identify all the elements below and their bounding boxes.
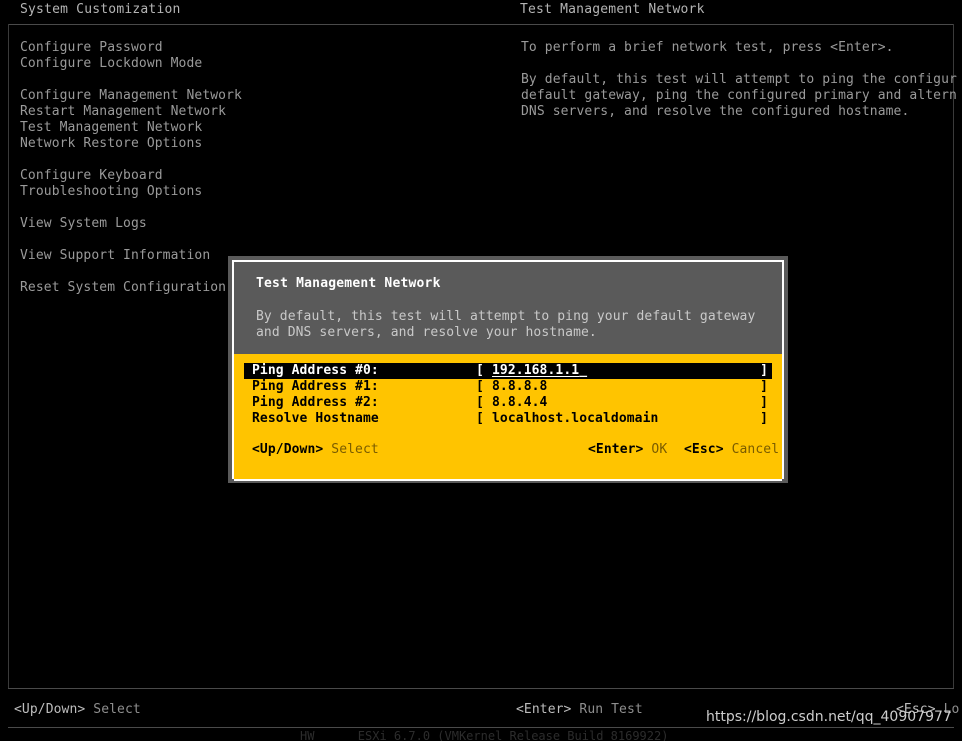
detail-line: DNS servers, and resolve the configured …	[521, 104, 910, 119]
detail-line: default gateway, ping the configured pri…	[521, 88, 957, 103]
build-info-strip: HW ESXi 6.7.0 (VMKernel Release Build 81…	[0, 728, 962, 741]
field-row-ping-address-2[interactable]: Ping Address #2: [ 8.8.4.4 ]	[244, 395, 772, 411]
field-bracket-left: [	[476, 363, 484, 378]
key-enter: <Enter>	[516, 702, 572, 717]
status-hint-select-label: Select	[85, 702, 141, 717]
status-hint-select[interactable]: <Up/Down> Select	[14, 702, 141, 718]
field-label-ping-address-0: Ping Address #0:	[252, 363, 379, 378]
dialog-hint-ok-label: OK	[643, 442, 668, 457]
field-bracket-right: ]	[760, 395, 768, 410]
watermark: https://blog.csdn.net/qq_40907977	[706, 709, 952, 725]
menu-item-configure-keyboard[interactable]: Configure Keyboard	[20, 168, 500, 184]
ping-field-list: Ping Address #0: [ 192.168.1.1_ ] Ping A…	[244, 363, 772, 427]
menu-item-view-system-logs[interactable]: View System Logs	[20, 216, 500, 232]
dialog-hint-cancel[interactable]: <Esc> Cancel	[684, 441, 779, 459]
menu-item-configure-password[interactable]: Configure Password	[20, 40, 500, 56]
dialog-title: Test Management Network	[256, 276, 441, 291]
menu-item-restart-management-network[interactable]: Restart Management Network	[20, 104, 500, 120]
field-bracket-left: [	[476, 411, 484, 426]
ping-address-1-input[interactable]: 8.8.8.8	[490, 379, 756, 395]
dcui-screen: System Customization Test Management Net…	[0, 0, 962, 741]
status-hint-run-test-label: Run Test	[571, 702, 643, 717]
dialog-header: Test Management Network By default, this…	[234, 262, 782, 354]
header-title-right: Test Management Network	[520, 2, 705, 17]
status-hint-run-test[interactable]: <Enter> Run Test	[516, 702, 643, 718]
menu-item-network-restore-options[interactable]: Network Restore Options	[20, 136, 500, 152]
menu-item-test-management-network[interactable]: Test Management Network	[20, 120, 500, 136]
dialog-description-line: and DNS servers, and resolve your hostna…	[256, 325, 597, 340]
field-label-ping-address-1: Ping Address #1:	[252, 379, 379, 394]
header-divider	[8, 24, 954, 25]
detail-line: To perform a brief network test, press <…	[521, 40, 894, 55]
key-updown: <Up/Down>	[14, 702, 86, 717]
menu-item-configure-management-network[interactable]: Configure Management Network	[20, 88, 500, 104]
menu-item-troubleshooting-options[interactable]: Troubleshooting Options	[20, 184, 500, 200]
dialog-frame: Test Management Network By default, this…	[232, 260, 784, 481]
dialog-hint-ok[interactable]: <Enter> OK	[588, 441, 667, 459]
ping-address-2-value: 8.8.4.4	[492, 395, 548, 410]
field-bracket-right: ]	[760, 363, 768, 378]
key-esc: <Esc>	[684, 442, 724, 457]
dialog-hint-select-label: Select	[323, 442, 379, 457]
ping-address-0-input[interactable]: 192.168.1.1_	[490, 363, 756, 379]
resolve-hostname-input[interactable]: localhost.localdomain	[490, 411, 756, 427]
resolve-hostname-value: localhost.localdomain	[492, 411, 659, 426]
menu-spacer	[20, 72, 500, 88]
ping-address-1-value: 8.8.8.8	[492, 379, 548, 394]
test-management-network-dialog: Test Management Network By default, this…	[228, 256, 788, 483]
menu-item-configure-lockdown-mode[interactable]: Configure Lockdown Mode	[20, 56, 500, 72]
field-bracket-right: ]	[760, 379, 768, 394]
frame-rail-left	[8, 24, 9, 688]
text-cursor: _	[579, 363, 588, 378]
detail-spacer	[521, 56, 962, 72]
screen-header: System Customization Test Management Net…	[0, 0, 962, 22]
field-row-resolve-hostname[interactable]: Resolve Hostname [ localhost.localdomain…	[244, 411, 772, 427]
dialog-hint-select[interactable]: <Up/Down> Select	[252, 441, 379, 459]
field-row-ping-address-0[interactable]: Ping Address #0: [ 192.168.1.1_ ]	[244, 363, 772, 379]
field-label-resolve-hostname: Resolve Hostname	[252, 411, 379, 426]
key-enter: <Enter>	[588, 442, 644, 457]
dialog-body: Ping Address #0: [ 192.168.1.1_ ] Ping A…	[234, 354, 782, 481]
field-label-ping-address-2: Ping Address #2:	[252, 395, 379, 410]
build-info-text: HW ESXi 6.7.0 (VMKernel Release Build 81…	[300, 729, 669, 741]
ping-address-2-input[interactable]: 8.8.4.4	[490, 395, 756, 411]
dialog-hint-cancel-label: Cancel	[723, 442, 780, 457]
field-bracket-left: [	[476, 379, 484, 394]
menu-spacer	[20, 232, 500, 248]
key-updown: <Up/Down>	[252, 442, 324, 457]
menu-spacer	[20, 200, 500, 216]
frame-rail-right	[953, 24, 954, 688]
header-title-left: System Customization	[20, 2, 181, 17]
menu-spacer	[20, 152, 500, 168]
dialog-hint-bar: <Up/Down> Select <Enter> OK <Esc> Cancel	[244, 441, 779, 459]
dialog-description-line: By default, this test will attempt to pi…	[256, 309, 756, 324]
detail-line: By default, this test will attempt to pi…	[521, 72, 957, 87]
ping-address-0-value: 192.168.1.1	[492, 363, 580, 378]
dialog-description: By default, this test will attempt to pi…	[256, 309, 776, 341]
field-bracket-right: ]	[760, 411, 768, 426]
field-bracket-left: [	[476, 395, 484, 410]
detail-pane: To perform a brief network test, press <…	[521, 40, 962, 120]
field-row-ping-address-1[interactable]: Ping Address #1: [ 8.8.8.8 ]	[244, 379, 772, 395]
